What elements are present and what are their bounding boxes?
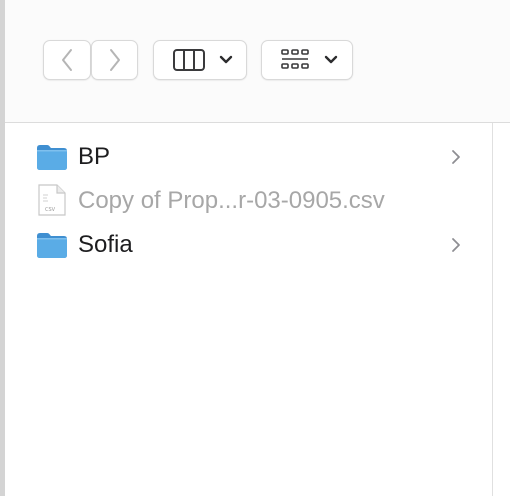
csv-file-icon: CSV bbox=[36, 184, 68, 216]
back-button[interactable] bbox=[43, 40, 91, 80]
chevron-down-icon bbox=[324, 55, 338, 65]
file-name: Copy of Prop...r-03-0905.csv bbox=[78, 187, 385, 214]
file-name: Sofia bbox=[78, 231, 133, 258]
folder-icon bbox=[36, 231, 68, 259]
chevron-right-icon bbox=[451, 237, 461, 253]
list-item-csv-file[interactable]: CSV Copy of Prop...r-03-0905.csv bbox=[5, 179, 492, 223]
file-name: BP bbox=[78, 143, 111, 170]
chevron-left-icon bbox=[60, 48, 74, 72]
group-by-button[interactable] bbox=[261, 40, 353, 80]
columns-view-icon bbox=[173, 49, 205, 71]
forward-button[interactable] bbox=[91, 40, 138, 80]
view-mode-button[interactable] bbox=[153, 40, 247, 80]
next-column bbox=[493, 123, 510, 496]
csv-icon-label: CSV bbox=[45, 207, 56, 213]
chevron-right-icon bbox=[451, 149, 461, 165]
chevron-down-icon bbox=[219, 55, 233, 65]
icon-grid-view-icon bbox=[281, 48, 309, 72]
folder-icon bbox=[36, 143, 68, 171]
list-item-bp[interactable]: BP bbox=[5, 135, 492, 179]
chevron-right-icon bbox=[108, 48, 122, 72]
list-item-sofia[interactable]: Sofia bbox=[5, 223, 492, 267]
